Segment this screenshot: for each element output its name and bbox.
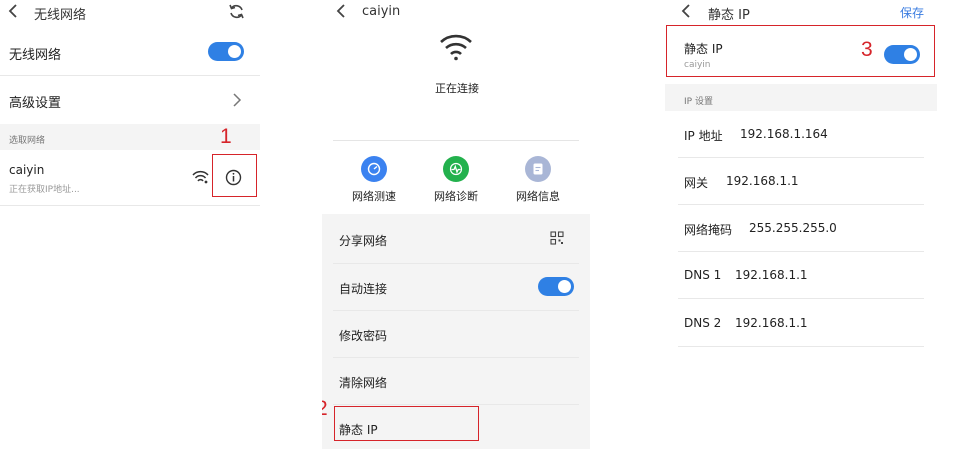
network-info-button[interactable] xyxy=(525,156,551,182)
auto-connect-toggle[interactable] xyxy=(538,277,574,296)
dns2-row[interactable]: DNS 2 192.168.1.1 xyxy=(678,299,924,347)
network-info-label: 网络信息 xyxy=(516,190,560,203)
forget-network-row[interactable]: 清除网络 xyxy=(333,358,579,405)
wifi-toggle-row: 无线网络 xyxy=(0,29,260,76)
page-title: caiyin xyxy=(362,4,401,19)
annotation-box-1 xyxy=(212,154,257,197)
static-ip-panel: 静态 IP 保存 静态 IP caiyin 3 IP 设置 IP 地址 192.… xyxy=(665,0,937,449)
dns1-row[interactable]: DNS 1 192.168.1.1 xyxy=(678,252,924,299)
gateway-label: 网关 xyxy=(684,176,709,190)
dns1-value: 192.168.1.1 xyxy=(735,268,808,282)
page-title: 静态 IP xyxy=(708,8,750,23)
netmask-label: 网络掩码 xyxy=(684,223,733,237)
save-button[interactable]: 保存 xyxy=(900,4,924,21)
ip-address-row[interactable]: IP 地址 192.168.1.164 xyxy=(678,111,924,158)
back-arrow-icon[interactable] xyxy=(336,3,348,19)
dns1-label: DNS 1 xyxy=(684,268,722,282)
diagnosis-button[interactable] xyxy=(443,156,469,182)
chevron-right-icon xyxy=(233,93,242,107)
annotation-number-1: 1 xyxy=(220,125,232,148)
wifi-signal-icon xyxy=(192,170,209,184)
advanced-settings-label: 高级设置 xyxy=(9,96,62,111)
document-icon xyxy=(533,163,543,175)
speedometer-icon xyxy=(367,162,381,176)
header: 无线网络 xyxy=(0,0,260,26)
back-arrow-icon[interactable] xyxy=(681,3,693,19)
netmask-row[interactable]: 网络掩码 255.255.255.0 xyxy=(678,205,924,252)
wifi-large-icon xyxy=(440,34,472,61)
advanced-settings-row[interactable]: 高级设置 xyxy=(0,76,260,124)
divider xyxy=(333,140,579,141)
header: caiyin xyxy=(322,0,590,26)
network-name: caiyin xyxy=(9,163,45,177)
section-label: IP 设置 xyxy=(684,97,713,107)
dns2-value: 192.168.1.1 xyxy=(735,316,808,330)
wifi-label: 无线网络 xyxy=(9,48,62,63)
gateway-value: 192.168.1.1 xyxy=(726,174,799,188)
auto-connect-label: 自动连接 xyxy=(339,282,388,296)
connection-status: 正在连接 xyxy=(435,82,479,95)
gateway-row[interactable]: 网关 192.168.1.1 xyxy=(678,158,924,205)
annotation-number-3: 3 xyxy=(861,38,873,61)
dns2-label: DNS 2 xyxy=(684,316,722,330)
ip-settings-section: IP 设置 xyxy=(665,84,937,111)
back-arrow-icon[interactable] xyxy=(8,3,20,19)
wifi-toggle[interactable] xyxy=(208,42,244,61)
refresh-icon[interactable] xyxy=(228,3,245,20)
annotation-number-2: 2 xyxy=(322,397,328,421)
network-status: 正在获取IP地址... xyxy=(9,185,80,195)
section-label: 选取网络 xyxy=(9,136,46,146)
change-password-label: 修改密码 xyxy=(339,329,388,343)
change-password-row[interactable]: 修改密码 xyxy=(333,311,579,358)
diagnosis-label: 网络诊断 xyxy=(434,190,478,203)
ip-address-value: 192.168.1.164 xyxy=(740,127,828,141)
share-network-row[interactable]: 分享网络 xyxy=(333,214,579,264)
page-title: 无线网络 xyxy=(34,8,87,23)
speed-test-button[interactable] xyxy=(361,156,387,182)
annotation-box-3 xyxy=(666,25,935,77)
auto-connect-row: 自动连接 xyxy=(333,264,579,311)
netmask-value: 255.255.255.0 xyxy=(749,221,837,235)
header: 静态 IP 保存 xyxy=(665,0,937,26)
share-network-label: 分享网络 xyxy=(339,234,388,248)
speed-test-label: 网络测速 xyxy=(352,190,396,203)
wifi-list-panel: 无线网络 无线网络 高级设置 选取网络 caiyin 正在获取IP地址... 1 xyxy=(0,0,260,449)
forget-network-label: 清除网络 xyxy=(339,376,388,390)
ip-address-label: IP 地址 xyxy=(684,129,723,143)
annotation-box-2 xyxy=(334,406,479,441)
pulse-icon xyxy=(449,162,463,176)
qr-code-icon xyxy=(550,231,564,245)
network-detail-panel: caiyin 正在连接 网络测速 网络诊断 网络信息 分享网络 自动连接 修改密… xyxy=(322,0,590,449)
